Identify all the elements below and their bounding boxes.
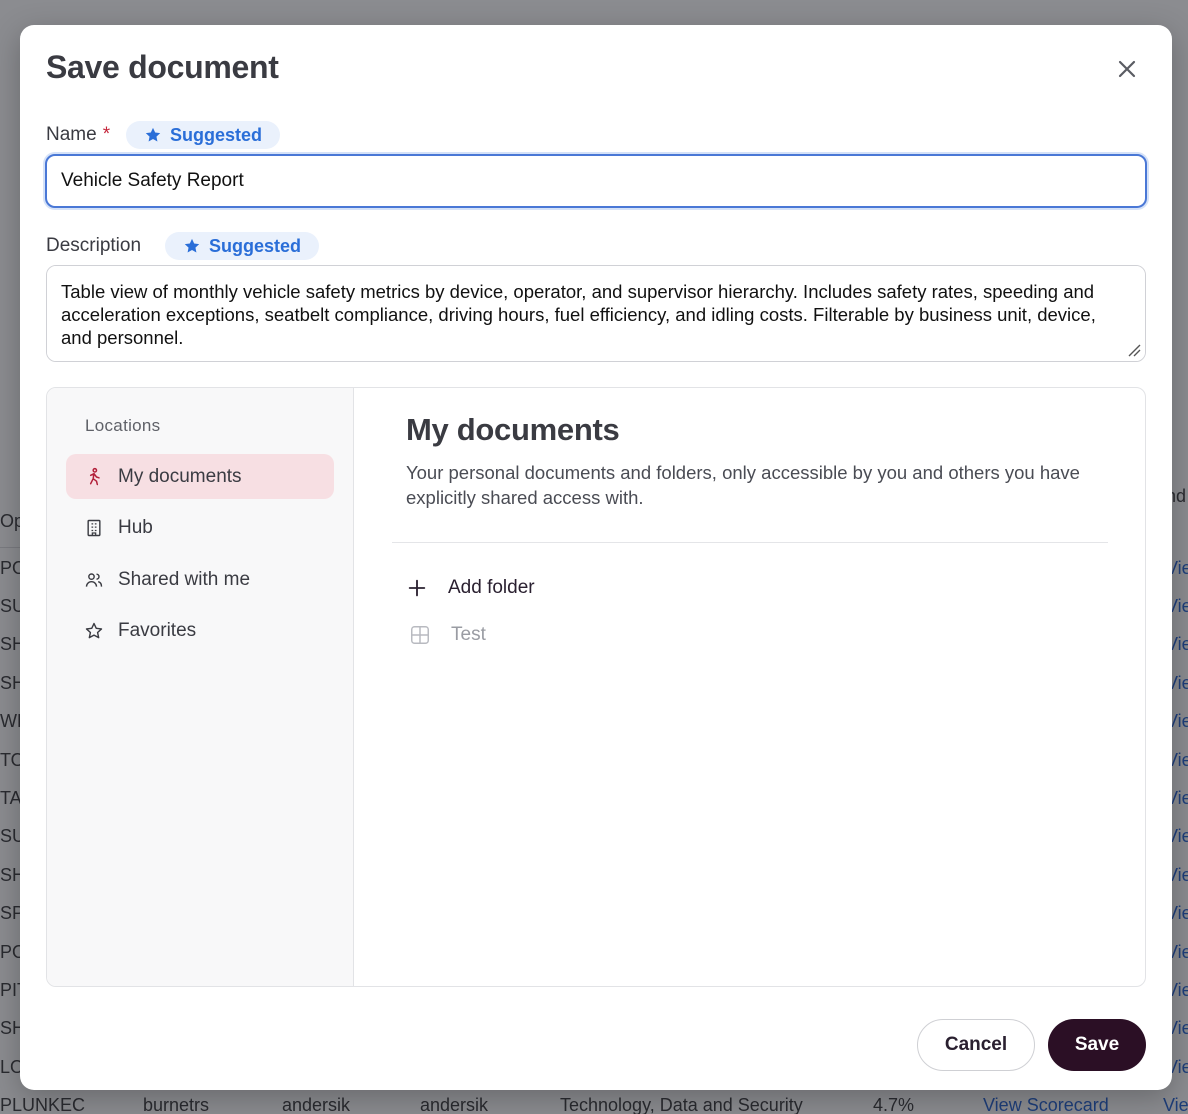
description-label: Description — [46, 235, 142, 256]
folder-label: Test — [451, 624, 486, 645]
dialog-title: Save document — [46, 49, 279, 85]
location-label: Hub — [118, 516, 153, 538]
bg-cell: PO — [0, 942, 22, 962]
location-favorites[interactable]: Favorites — [66, 608, 334, 653]
location-title: My documents — [406, 412, 620, 447]
bg-cell: Op — [0, 511, 22, 531]
bg-cell: SP — [0, 903, 22, 923]
name-label-text: Name — [46, 124, 97, 145]
location-label: Shared with me — [118, 568, 251, 590]
star-icon — [85, 622, 103, 638]
close-button[interactable] — [1113, 55, 1141, 83]
bg-cell: SU — [0, 596, 22, 616]
suggested-badge: Suggested — [126, 121, 281, 149]
location-content: My documents Your personal documents and… — [354, 388, 1145, 986]
bg-cell: WH — [0, 711, 22, 731]
bg-row-divider — [0, 547, 22, 548]
star-icon — [184, 238, 200, 253]
bg-cell: LO — [0, 1057, 22, 1077]
star-icon — [145, 127, 161, 142]
suggested-badge: Suggested — [165, 232, 320, 260]
cancel-button[interactable]: Cancel — [917, 1019, 1035, 1071]
bg-link[interactable]: View Scorecard — [983, 1095, 1109, 1114]
bg-cell: TA — [0, 788, 22, 808]
location-picker: Locations My documents Hub Shared with m… — [46, 387, 1146, 987]
suggested-badge-label: Suggested — [209, 235, 302, 256]
location-label: My documents — [118, 465, 242, 487]
bg-cell: Technology, Data and Security — [560, 1095, 803, 1114]
location-label: Favorites — [118, 619, 197, 641]
layout-grid-icon — [411, 626, 429, 644]
name-input[interactable] — [45, 154, 1147, 208]
name-label: Name * — [46, 124, 110, 146]
folder-item-test[interactable]: Test — [409, 624, 486, 646]
location-hub[interactable]: Hub — [66, 505, 334, 550]
person-walking-icon — [89, 467, 100, 485]
add-folder-label: Add folder — [448, 577, 535, 598]
bg-cell: SH — [0, 865, 22, 885]
location-shared-with-me[interactable]: Shared with me — [66, 557, 334, 602]
bg-table-row: PLUNKEC burnetrs andersik andersik Techn… — [0, 1092, 1188, 1114]
bg-cell: PIT — [0, 980, 22, 1000]
bg-cell: PLUNKEC — [0, 1095, 86, 1114]
required-marker: * — [102, 124, 111, 145]
location-description: Your personal documents and folders, onl… — [406, 462, 1080, 508]
save-button[interactable]: Save — [1048, 1019, 1146, 1071]
bg-cell: SH — [0, 1018, 22, 1038]
building-icon — [87, 519, 101, 536]
resize-handle-icon[interactable] — [1127, 343, 1141, 357]
bg-cell: andersik — [282, 1095, 351, 1114]
divider — [392, 542, 1108, 543]
bg-cell: SU — [0, 826, 22, 846]
bg-cell: burnetrs — [143, 1095, 210, 1114]
save-document-dialog: Save document Name* Suggested Descriptio… — [20, 25, 1172, 1090]
bg-cell: andersik — [420, 1095, 489, 1114]
locations-heading: Locations — [85, 416, 161, 435]
add-folder-button[interactable]: Add folder — [406, 577, 535, 599]
bg-link[interactable]: Vie — [1163, 1095, 1188, 1114]
plus-icon — [408, 579, 426, 597]
close-icon — [1118, 60, 1136, 78]
suggested-badge-label: Suggested — [170, 124, 263, 145]
bg-cell: PO — [0, 558, 22, 578]
users-icon — [85, 572, 103, 587]
bg-cell: SH — [0, 634, 22, 654]
description-textarea[interactable]: Table view of monthly vehicle safety met… — [46, 265, 1146, 362]
location-my-documents[interactable]: My documents — [66, 454, 334, 499]
bg-cell: SH — [0, 673, 22, 693]
bg-cell: 4.7% — [873, 1095, 915, 1114]
bg-cell: TO — [0, 750, 22, 770]
locations-sidebar: Locations My documents Hub Shared with m… — [47, 388, 354, 986]
